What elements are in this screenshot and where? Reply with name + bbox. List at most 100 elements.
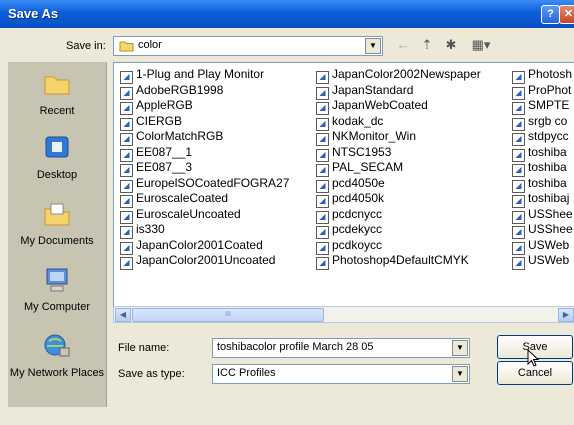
icc-file-icon: ◢ [120,195,133,208]
icc-file-icon: ◢ [120,164,133,177]
help-button[interactable]: ? [541,5,560,24]
file-name-value: toshibacolor profile March 28 05 [217,341,374,353]
file-item[interactable]: ◢ toshiba [512,145,573,162]
save-as-dialog: Save As ? ✕ Save in: color ▼ ← ⇡ ✱ ▦▾ Re… [0,0,574,425]
save-type-label: Save as type: [118,368,185,380]
file-item[interactable]: ◢ pcdcnycc [316,207,481,224]
file-item[interactable]: ◢ pcdkoycc [316,238,481,255]
mouse-cursor-icon [527,349,540,367]
place-label: Recent [39,105,75,117]
views-menu-icon[interactable]: ▦▾ [466,36,496,54]
file-item[interactable]: ◢ Photoshop4DefaultCMYK [316,253,481,270]
file-item[interactable]: ◢ PAL_SECAM [316,160,481,177]
file-item[interactable]: ◢ kodak_dc [316,114,481,131]
file-item[interactable]: ◢ ColorMatchRGB [120,129,289,146]
file-item[interactable]: ◢ USWeb [512,253,573,270]
icc-file-icon: ◢ [316,164,329,177]
icc-file-icon: ◢ [120,210,133,224]
save-type-select[interactable]: ICC Profiles ▼ [212,364,470,384]
chevron-down-icon[interactable]: ▼ [452,366,468,382]
place-label: My Documents [20,235,94,247]
file-item[interactable]: ◢ CIERGB [120,114,289,131]
file-column-1: ◢ 1-Plug and Play Monitor ◢ AdobeRGB1998 ◢… [120,67,289,270]
scroll-right-button[interactable]: ▶ [558,308,574,322]
file-item[interactable]: ◢ USWeb [512,238,573,255]
place-recent[interactable]: Recent [8,70,106,117]
file-item[interactable]: ◢ is330 [120,222,289,239]
scroll-left-button[interactable]: ◀ [115,308,131,322]
place-desktop[interactable]: Desktop [8,134,106,181]
file-item[interactable]: ◢ AdobeRGB1998 [120,83,289,100]
icc-file-icon: ◢ [316,257,329,270]
file-item[interactable]: ◢ AppleRGB [120,98,289,115]
file-item[interactable]: ◢ pcdekycc [316,222,481,239]
file-item[interactable]: ◢ pcd4050e [316,176,481,193]
file-item[interactable]: ◢ toshiba [512,160,573,177]
icc-file-icon: ◢ [316,86,329,100]
new-folder-icon[interactable]: ✱ [442,36,460,54]
icc-file-icon: ◢ [316,71,329,84]
icc-file-icon: ◢ [316,179,329,193]
horizontal-scrollbar[interactable]: ◀ III ▶ [113,306,574,323]
icc-file-icon: ◢ [512,241,525,255]
my-computer-icon [46,268,68,292]
file-item[interactable]: ◢ srgb co [512,114,573,131]
icc-file-icon: ◢ [512,148,525,162]
scroll-thumb[interactable]: III [132,308,324,322]
file-item[interactable]: ◢ ProPhot [512,83,573,100]
file-item[interactable]: ◢ NKMonitor_Win [316,129,481,146]
icc-file-icon: ◢ [120,133,133,146]
file-item[interactable]: ◢ JapanColor2001Coated [120,238,289,255]
save-in-combo[interactable]: color ▼ [113,36,383,56]
file-item[interactable]: ◢ stdpycc [512,129,573,146]
file-item[interactable]: ◢ EE087__1 [120,145,289,162]
icc-file-icon: ◢ [512,179,525,193]
file-name-input[interactable]: toshibacolor profile March 28 05 ▼ [212,338,470,358]
file-item[interactable]: ◢ EE087__3 [120,160,289,177]
file-item[interactable]: ◢ SMPTE [512,98,573,115]
file-item[interactable]: ◢ pcd4050k [316,191,481,208]
file-item[interactable]: ◢ JapanWebCoated [316,98,481,115]
file-item[interactable]: ◢ EuroscaleUncoated [120,207,289,224]
icc-file-icon: ◢ [316,195,329,208]
icc-file-icon: ◢ [120,226,133,239]
back-icon[interactable]: ← [394,36,412,54]
file-item[interactable]: ◢ toshibaj [512,191,573,208]
icc-file-icon: ◢ [120,102,133,115]
my-documents-icon [44,203,70,226]
title-bar[interactable]: Save As ? ✕ [0,0,574,28]
icc-file-icon: ◢ [316,226,329,239]
file-item[interactable]: ◢ Photosh [512,67,573,84]
file-item[interactable]: ◢ USShee [512,222,573,239]
place-my-computer[interactable]: My Computer [8,266,106,313]
close-button[interactable]: ✕ [559,5,574,24]
chevron-down-icon[interactable]: ▼ [452,340,468,356]
file-item[interactable]: ◢ JapanStandard [316,83,481,100]
icc-file-icon: ◢ [316,241,329,255]
icc-file-icon: ◢ [316,117,329,131]
place-my-documents[interactable]: My Documents [8,200,106,247]
file-item[interactable]: ◢ JapanColor2001Uncoated [120,253,289,270]
file-item[interactable]: ◢ JapanColor2002Newspaper [316,67,481,84]
file-item[interactable]: ◢ NTSC1953 [316,145,481,162]
file-item[interactable]: ◢ USShee [512,207,573,224]
place-network[interactable]: My Network Places [8,332,106,379]
icc-file-icon: ◢ [316,148,329,162]
icc-file-icon: ◢ [512,257,525,270]
file-item[interactable]: ◢ EuropelSOCoatedFOGRA27 [120,176,289,193]
folder-icon [119,41,134,52]
up-folder-icon[interactable]: ⇡ [418,36,436,54]
icc-file-icon: ◢ [512,117,525,131]
place-label: My Computer [23,301,91,313]
file-item[interactable]: ◢ EuroscaleCoated [120,191,289,208]
chevron-down-icon[interactable]: ▼ [365,38,381,54]
file-list[interactable]: ◢ 1-Plug and Play Monitor ◢ AdobeRGB1998 ◢… [113,62,574,309]
window-title: Save As [8,6,59,21]
file-item[interactable]: ◢ 1-Plug and Play Monitor [120,67,289,84]
place-label: Desktop [36,169,78,181]
icc-file-icon: ◢ [120,179,133,193]
network-places-icon [44,334,70,357]
places-bar: Recent Desktop My Documents My Computer [8,62,107,407]
file-item[interactable]: ◢ toshiba [512,176,573,193]
icc-file-icon: ◢ [512,164,525,177]
